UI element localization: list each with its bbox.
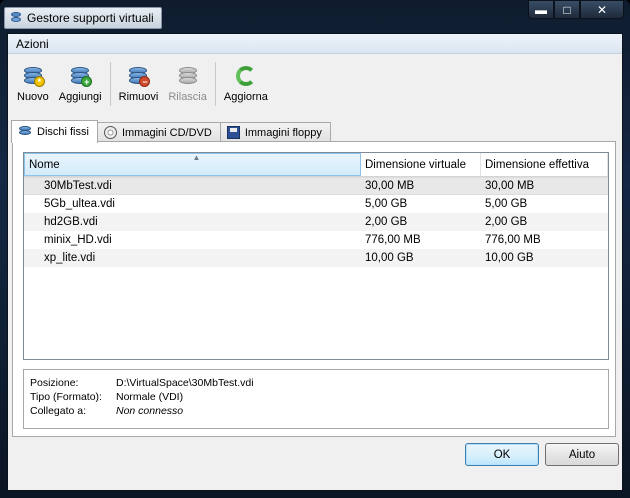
tab-cd-dvd-label: Immagini CD/DVD bbox=[121, 126, 212, 139]
column-header-virtual-size-label: Dimensione virtuale bbox=[365, 158, 466, 171]
sort-ascending-icon: ▲ bbox=[192, 153, 201, 162]
cell-virtual-size: 10,00 GB bbox=[365, 252, 414, 264]
close-icon: ✕ bbox=[596, 2, 608, 17]
detail-position-label: Posizione: bbox=[30, 377, 79, 389]
detail-position: Posizione: D:\VirtualSpace\30MbTest.vdi bbox=[30, 377, 608, 391]
new-button[interactable]: * Nuovo bbox=[12, 62, 54, 103]
caption-buttons: ▬ □ ✕ bbox=[528, 0, 624, 20]
refresh-icon bbox=[234, 64, 258, 88]
add-button-label: Aggiungi bbox=[58, 91, 102, 103]
toolbar-separator bbox=[109, 62, 111, 106]
tab-panel: ▲ Nome Dimensione virtuale Dimensione ef… bbox=[12, 141, 616, 437]
disk-remove-icon: − bbox=[126, 64, 151, 88]
detail-attached: Collegato a: Non connesso bbox=[30, 405, 608, 419]
tab-cd-dvd-images[interactable]: Immagini CD/DVD bbox=[96, 122, 221, 142]
refresh-button-label: Aggiorna bbox=[223, 91, 268, 103]
cell-name: hd2GB.vdi bbox=[44, 216, 98, 228]
table-row[interactable]: 5Gb_ultea.vdi 5,00 GB 5,00 GB bbox=[24, 195, 608, 213]
minimize-icon: ▬ bbox=[535, 2, 547, 17]
column-header-name-label: Nome bbox=[29, 158, 60, 171]
toolbar: * Nuovo + Aggiungi − Rimuovi Rilascia Ag… bbox=[12, 62, 273, 110]
title-chip: Gestore supporti virtuali bbox=[4, 7, 162, 29]
cd-icon bbox=[103, 126, 117, 139]
title-bar[interactable]: Gestore supporti virtuali ▬ □ ✕ bbox=[0, 0, 630, 32]
table-row[interactable]: hd2GB.vdi 2,00 GB 2,00 GB bbox=[24, 213, 608, 231]
maximize-icon: □ bbox=[563, 2, 571, 17]
remove-button[interactable]: − Rimuovi bbox=[114, 62, 164, 103]
new-button-label: Nuovo bbox=[17, 91, 49, 103]
cell-name: 5Gb_ultea.vdi bbox=[44, 198, 115, 210]
cell-actual-size: 2,00 GB bbox=[485, 216, 528, 228]
cell-virtual-size: 30,00 MB bbox=[365, 180, 415, 192]
toolbar-separator bbox=[214, 62, 216, 106]
column-header-name[interactable]: ▲ Nome bbox=[24, 153, 361, 176]
help-button[interactable]: Aiuto bbox=[545, 443, 619, 466]
media-manager-icon bbox=[9, 11, 23, 25]
minimize-button[interactable]: ▬ bbox=[528, 0, 554, 19]
disk-list[interactable]: ▲ Nome Dimensione virtuale Dimensione ef… bbox=[23, 152, 609, 360]
cell-actual-size: 30,00 MB bbox=[485, 180, 535, 192]
detail-attached-value: Non connesso bbox=[116, 405, 184, 417]
maximize-button[interactable]: □ bbox=[554, 0, 580, 19]
column-header-virtual-size[interactable]: Dimensione virtuale bbox=[361, 153, 481, 176]
table-row[interactable]: minix_HD.vdi 776,00 MB 776,00 MB bbox=[24, 231, 608, 249]
cell-name: xp_lite.vdi bbox=[44, 252, 96, 264]
table-row[interactable]: xp_lite.vdi 10,00 GB 10,00 GB bbox=[24, 249, 608, 267]
disk-release-icon bbox=[176, 64, 200, 88]
cell-name: 30MbTest.vdi bbox=[44, 180, 112, 192]
dialog-client: Azioni * Nuovo + Aggiungi − Rimuovi Rila… bbox=[7, 33, 623, 491]
cell-virtual-size: 776,00 MB bbox=[365, 234, 421, 246]
cell-name: minix_HD.vdi bbox=[44, 234, 112, 246]
disk-add-icon: + bbox=[68, 64, 93, 88]
details-pane: Posizione: D:\VirtualSpace\30MbTest.vdi … bbox=[23, 369, 609, 429]
refresh-button[interactable]: Aggiorna bbox=[219, 62, 273, 103]
remove-button-label: Rimuovi bbox=[118, 91, 159, 103]
column-header-actual-size-label: Dimensione effettiva bbox=[485, 158, 589, 171]
table-row[interactable]: 30MbTest.vdi 30,00 MB 30,00 MB bbox=[24, 177, 608, 195]
detail-type-label: Tipo (Formato): bbox=[30, 391, 102, 403]
list-header: ▲ Nome Dimensione virtuale Dimensione ef… bbox=[24, 153, 608, 177]
add-button[interactable]: + Aggiungi bbox=[54, 62, 107, 103]
cell-actual-size: 776,00 MB bbox=[485, 234, 541, 246]
menu-bar: Azioni bbox=[8, 34, 622, 54]
cell-virtual-size: 2,00 GB bbox=[365, 216, 408, 228]
tab-hard-disks[interactable]: Dischi fissi bbox=[11, 120, 98, 143]
tab-hard-disks-label: Dischi fissi bbox=[37, 126, 89, 138]
detail-type: Tipo (Formato): Normale (VDI) bbox=[30, 391, 608, 405]
ok-button[interactable]: OK bbox=[465, 443, 539, 466]
detail-position-value: D:\VirtualSpace\30MbTest.vdi bbox=[116, 377, 254, 389]
tab-floppy-images[interactable]: Immagini floppy bbox=[219, 122, 331, 142]
close-button[interactable]: ✕ bbox=[580, 0, 624, 19]
window-title: Gestore supporti virtuali bbox=[27, 11, 154, 25]
cell-actual-size: 10,00 GB bbox=[485, 252, 534, 264]
tab-strip: Dischi fissi Immagini CD/DVD Immagini fl… bbox=[11, 118, 331, 143]
column-header-actual-size[interactable]: Dimensione effettiva bbox=[481, 153, 608, 176]
disk-new-icon: * bbox=[21, 64, 45, 88]
cell-actual-size: 5,00 GB bbox=[485, 198, 528, 210]
menu-azioni[interactable]: Azioni bbox=[14, 37, 51, 51]
floppy-icon bbox=[226, 126, 240, 139]
window: Gestore supporti virtuali ▬ □ ✕ Azioni *… bbox=[0, 0, 630, 498]
hard-disk-icon bbox=[18, 125, 32, 139]
detail-attached-label: Collegato a: bbox=[30, 405, 87, 417]
cell-virtual-size: 5,00 GB bbox=[365, 198, 408, 210]
release-button[interactable]: Rilascia bbox=[163, 62, 212, 103]
detail-type-value: Normale (VDI) bbox=[116, 391, 184, 403]
release-button-label: Rilascia bbox=[168, 91, 207, 103]
tab-floppy-label: Immagini floppy bbox=[244, 126, 322, 139]
